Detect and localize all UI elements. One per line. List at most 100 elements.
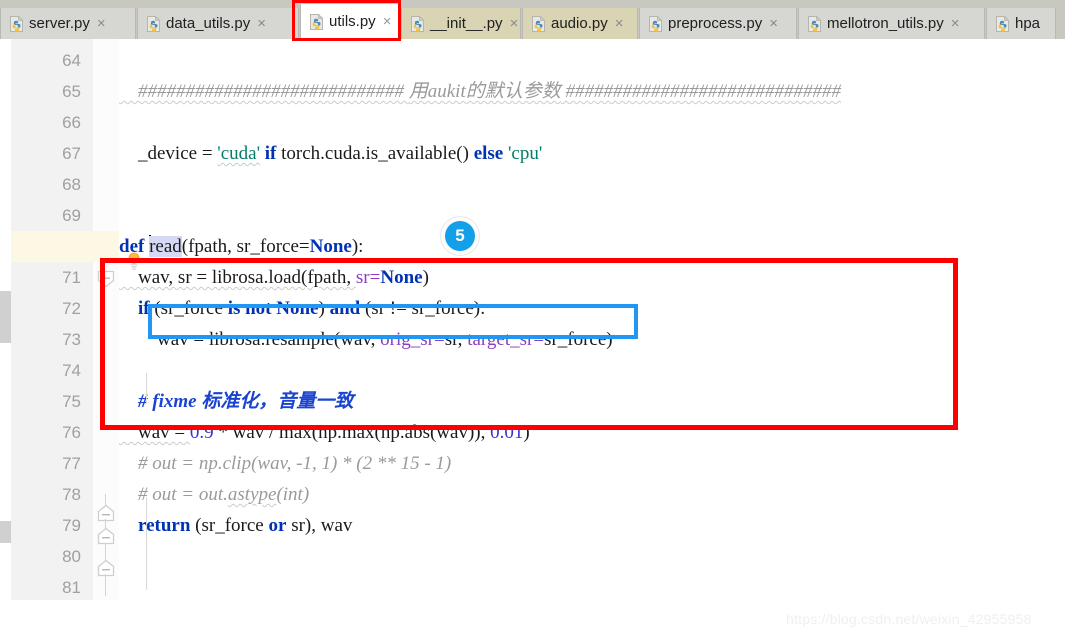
editor-tab-data-utils-py[interactable]: data_utils.py × bbox=[137, 8, 299, 39]
python-file-icon bbox=[411, 15, 425, 32]
editor-tab-utils-py[interactable]: utils.py × bbox=[300, 4, 400, 39]
code-token: 'cpu' bbox=[507, 143, 543, 164]
line-number: 81 bbox=[62, 578, 81, 597]
tab-close-icon[interactable]: × bbox=[97, 16, 106, 31]
code-token: None bbox=[380, 267, 423, 288]
tab-label: mellotron_utils.py bbox=[827, 15, 944, 32]
editor-tab-server-py[interactable]: server.py × bbox=[0, 8, 136, 39]
code-line[interactable]: ############################ 用aukit的默认参数… bbox=[119, 76, 841, 107]
code-line[interactable]: # fixme 标准化，音量一致 bbox=[119, 386, 353, 417]
code-token: 0.01 bbox=[490, 422, 524, 443]
tab-label: utils.py bbox=[329, 13, 376, 30]
fold-stem bbox=[105, 544, 106, 560]
indent-guide bbox=[146, 373, 147, 404]
code-line[interactable]: # out = out.astype(int) bbox=[119, 479, 309, 510]
code-token: if bbox=[138, 298, 150, 319]
code-line[interactable]: wav = librosa.resample(wav, orig_sr=sr, … bbox=[119, 324, 613, 355]
watermark-text: https://blog.csdn.net/weixin_42955958 bbox=[786, 611, 1032, 627]
fold-expand-icon[interactable] bbox=[95, 525, 117, 547]
code-token: # out = out. bbox=[119, 484, 228, 505]
code-token: wav = bbox=[119, 422, 190, 443]
tab-label: __init__.py bbox=[430, 15, 503, 32]
line-number: 64 bbox=[62, 51, 81, 70]
editor-left-scrollbar[interactable] bbox=[0, 39, 11, 600]
line-number: 76 bbox=[62, 423, 81, 442]
code-token: # out = np.clip(wav, -1, 1) * (2 ** 15 -… bbox=[119, 453, 452, 474]
code-token: * wav / max(np.max(np.abs(wav)), bbox=[213, 422, 491, 443]
line-number: 67 bbox=[62, 144, 81, 163]
code-text-area[interactable]: ############################ 用aukit的默认参数… bbox=[119, 39, 1065, 600]
code-token: astype bbox=[227, 484, 277, 505]
code-token: # fixme 标准化，音量一致 bbox=[119, 391, 354, 412]
code-token: else bbox=[473, 143, 504, 164]
line-number: 71 bbox=[62, 268, 81, 287]
code-token: wav = librosa.resample(wav, bbox=[119, 329, 381, 350]
scrollbar-thumb-upper[interactable] bbox=[0, 291, 11, 343]
lightbulb-intention-icon[interactable] bbox=[126, 252, 142, 272]
code-fold-column[interactable] bbox=[93, 39, 119, 600]
python-file-icon bbox=[808, 15, 822, 32]
tab-label: server.py bbox=[29, 15, 90, 32]
tab-close-icon[interactable]: × bbox=[615, 16, 624, 31]
tab-close-icon[interactable]: × bbox=[769, 16, 778, 31]
fold-expand-icon[interactable] bbox=[95, 557, 117, 579]
tab-strip: server.py × data_utils.py × utils.py × __init_… bbox=[0, 4, 1057, 39]
line-number: 69 bbox=[62, 206, 81, 225]
tab-close-icon[interactable]: × bbox=[383, 14, 392, 29]
code-token: _device = bbox=[119, 143, 218, 164]
python-file-icon bbox=[147, 15, 161, 32]
line-number: 78 bbox=[62, 485, 81, 504]
code-token: ############################ bbox=[119, 81, 409, 102]
python-file-icon bbox=[10, 15, 24, 32]
editor-tab-init-py[interactable]: __init__.py × bbox=[401, 8, 521, 39]
fold-expand-icon[interactable] bbox=[95, 502, 117, 524]
code-token: target_sr= bbox=[467, 329, 545, 350]
code-token: ): bbox=[351, 236, 364, 257]
code-token: (sr != sr_force): bbox=[360, 298, 486, 319]
code-line[interactable]: wav, sr = librosa.load(fpath, sr=None) bbox=[119, 262, 429, 293]
code-line[interactable]: def read(fpath, sr_force=None): bbox=[119, 231, 363, 262]
tab-label: hpa bbox=[1015, 15, 1041, 32]
scrollbar-thumb-lower[interactable] bbox=[0, 521, 11, 543]
tab-close-icon[interactable]: × bbox=[951, 16, 960, 31]
code-token: and bbox=[329, 298, 361, 319]
code-token: sr= bbox=[355, 267, 381, 288]
tab-close-icon[interactable]: × bbox=[257, 16, 266, 31]
code-token: orig_sr= bbox=[380, 329, 445, 350]
annotation-step-badge: 5 bbox=[445, 221, 475, 251]
code-token: (fpath, sr_force= bbox=[181, 236, 310, 257]
code-token: ) bbox=[422, 267, 429, 288]
code-token: ############################# bbox=[560, 81, 842, 102]
editor-tab-mellotron-utils-py[interactable]: mellotron_utils.py × bbox=[798, 8, 985, 39]
indent-guide bbox=[146, 497, 147, 590]
code-token: None bbox=[276, 298, 319, 319]
fold-collapse-icon[interactable] bbox=[95, 268, 117, 290]
tab-close-icon[interactable]: × bbox=[510, 16, 519, 31]
fold-stem bbox=[105, 494, 106, 506]
python-file-icon bbox=[310, 13, 324, 30]
line-number: 65 bbox=[62, 82, 81, 101]
code-token: (sr_force bbox=[190, 515, 269, 536]
code-token: if bbox=[264, 143, 277, 164]
line-number: 77 bbox=[62, 454, 81, 473]
editor-tab-preprocess-py[interactable]: preprocess.py × bbox=[639, 8, 797, 39]
editor-tab-hpa[interactable]: hpa bbox=[986, 8, 1056, 39]
code-token: wav, sr = librosa.load(fpath, bbox=[119, 267, 356, 288]
line-number: 74 bbox=[62, 361, 81, 380]
editor-tab-audio-py[interactable]: audio.py × bbox=[522, 8, 638, 39]
code-token: (int) bbox=[276, 484, 310, 505]
fold-stem bbox=[105, 519, 106, 529]
code-line[interactable]: _device = 'cuda' if torch.cuda.is_availa… bbox=[119, 138, 542, 169]
tab-label: preprocess.py bbox=[668, 15, 763, 32]
fold-stem bbox=[105, 574, 106, 596]
code-line[interactable]: if (sr_force is not None) and (sr != sr_… bbox=[119, 293, 485, 324]
code-token: 用aukit的默认参数 bbox=[408, 81, 561, 102]
code-line[interactable]: # out = np.clip(wav, -1, 1) * (2 ** 15 -… bbox=[119, 448, 451, 479]
tab-label: audio.py bbox=[551, 15, 608, 32]
code-editor[interactable]: 646566676869707172737475767778798081 ###… bbox=[0, 39, 1065, 627]
code-line[interactable]: wav = 0.9 * wav / max(np.max(np.abs(wav)… bbox=[119, 417, 530, 448]
code-token: sr, bbox=[444, 329, 468, 350]
code-line[interactable]: return (sr_force or sr), wav bbox=[119, 510, 352, 541]
